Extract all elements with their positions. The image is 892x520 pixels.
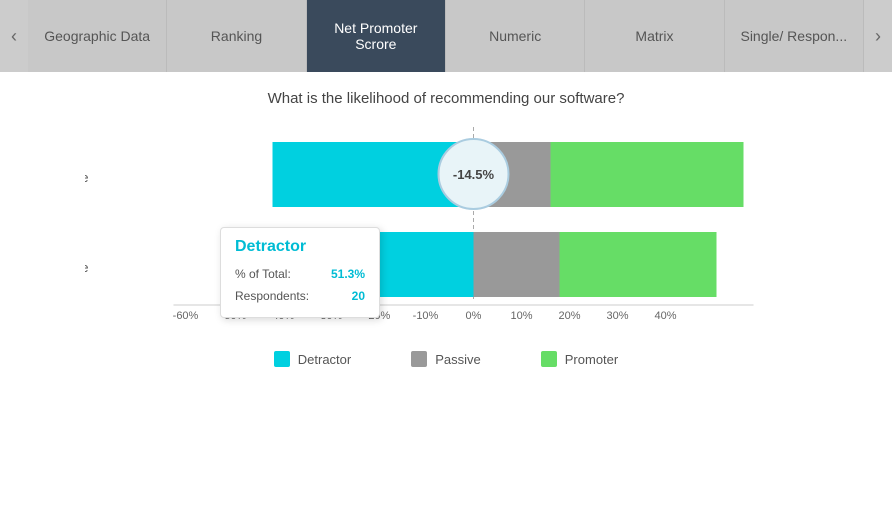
legend-passive: Passive: [411, 351, 481, 367]
tooltip-pct-value: 51.3%: [331, 264, 365, 286]
tooltip-pct-label: % of Total:: [235, 264, 291, 286]
male-promoter-bar: [551, 142, 744, 207]
svg-text:-10%: -10%: [413, 310, 439, 322]
chart-area: What is the likelihood of recommending o…: [0, 72, 892, 385]
tab-single[interactable]: Single/ Respon...: [725, 0, 864, 72]
chart-title: What is the likelihood of recommending o…: [30, 90, 862, 107]
tab-geographic[interactable]: Geographic Data: [28, 0, 167, 72]
tooltip-title: Detractor: [235, 238, 365, 256]
promoter-legend-box: [541, 351, 557, 367]
detractor-legend-box: [274, 351, 290, 367]
tabs-scroll: Geographic Data Ranking Net Promoter Scr…: [28, 0, 864, 72]
tab-numeric[interactable]: Numeric: [446, 0, 585, 72]
tabs-container: ‹ Geographic Data Ranking Net Promoter S…: [0, 0, 892, 72]
detractor-legend-label: Detractor: [298, 352, 351, 367]
prev-arrow[interactable]: ‹: [0, 0, 28, 72]
svg-text:10%: 10%: [510, 310, 532, 322]
tab-nps[interactable]: Net Promoter Scrore: [307, 0, 446, 72]
tooltip: Detractor % of Total: 51.3% Respondents:…: [220, 227, 380, 318]
female-passive-bar: [474, 232, 560, 297]
legend-detractor: Detractor: [274, 351, 351, 367]
female-promoter-bar: [560, 232, 717, 297]
tab-ranking[interactable]: Ranking: [167, 0, 306, 72]
male-nps-label: -14.5%: [453, 167, 495, 182]
passive-legend-box: [411, 351, 427, 367]
bar-chart-svg: -14.5% Male Female -60% -50% -40% -30% -…: [85, 127, 862, 337]
legend: Detractor Passive Promoter: [30, 351, 862, 375]
svg-text:-60%: -60%: [173, 310, 199, 322]
svg-text:20%: 20%: [558, 310, 580, 322]
legend-promoter: Promoter: [541, 351, 618, 367]
tooltip-resp-label: Respondents:: [235, 286, 309, 308]
tooltip-resp-value: 20: [352, 286, 365, 308]
male-label: Male: [85, 170, 89, 185]
tab-matrix[interactable]: Matrix: [585, 0, 724, 72]
tooltip-resp-row: Respondents: 20: [235, 286, 365, 308]
next-arrow[interactable]: ›: [864, 0, 892, 72]
tooltip-pct-row: % of Total: 51.3%: [235, 264, 365, 286]
passive-legend-label: Passive: [435, 352, 481, 367]
female-label: Female: [85, 260, 89, 275]
chart-wrapper: -14.5% Male Female -60% -50% -40% -30% -…: [30, 127, 862, 337]
svg-text:30%: 30%: [606, 310, 628, 322]
svg-text:0%: 0%: [466, 310, 482, 322]
svg-text:40%: 40%: [654, 310, 676, 322]
promoter-legend-label: Promoter: [565, 352, 618, 367]
